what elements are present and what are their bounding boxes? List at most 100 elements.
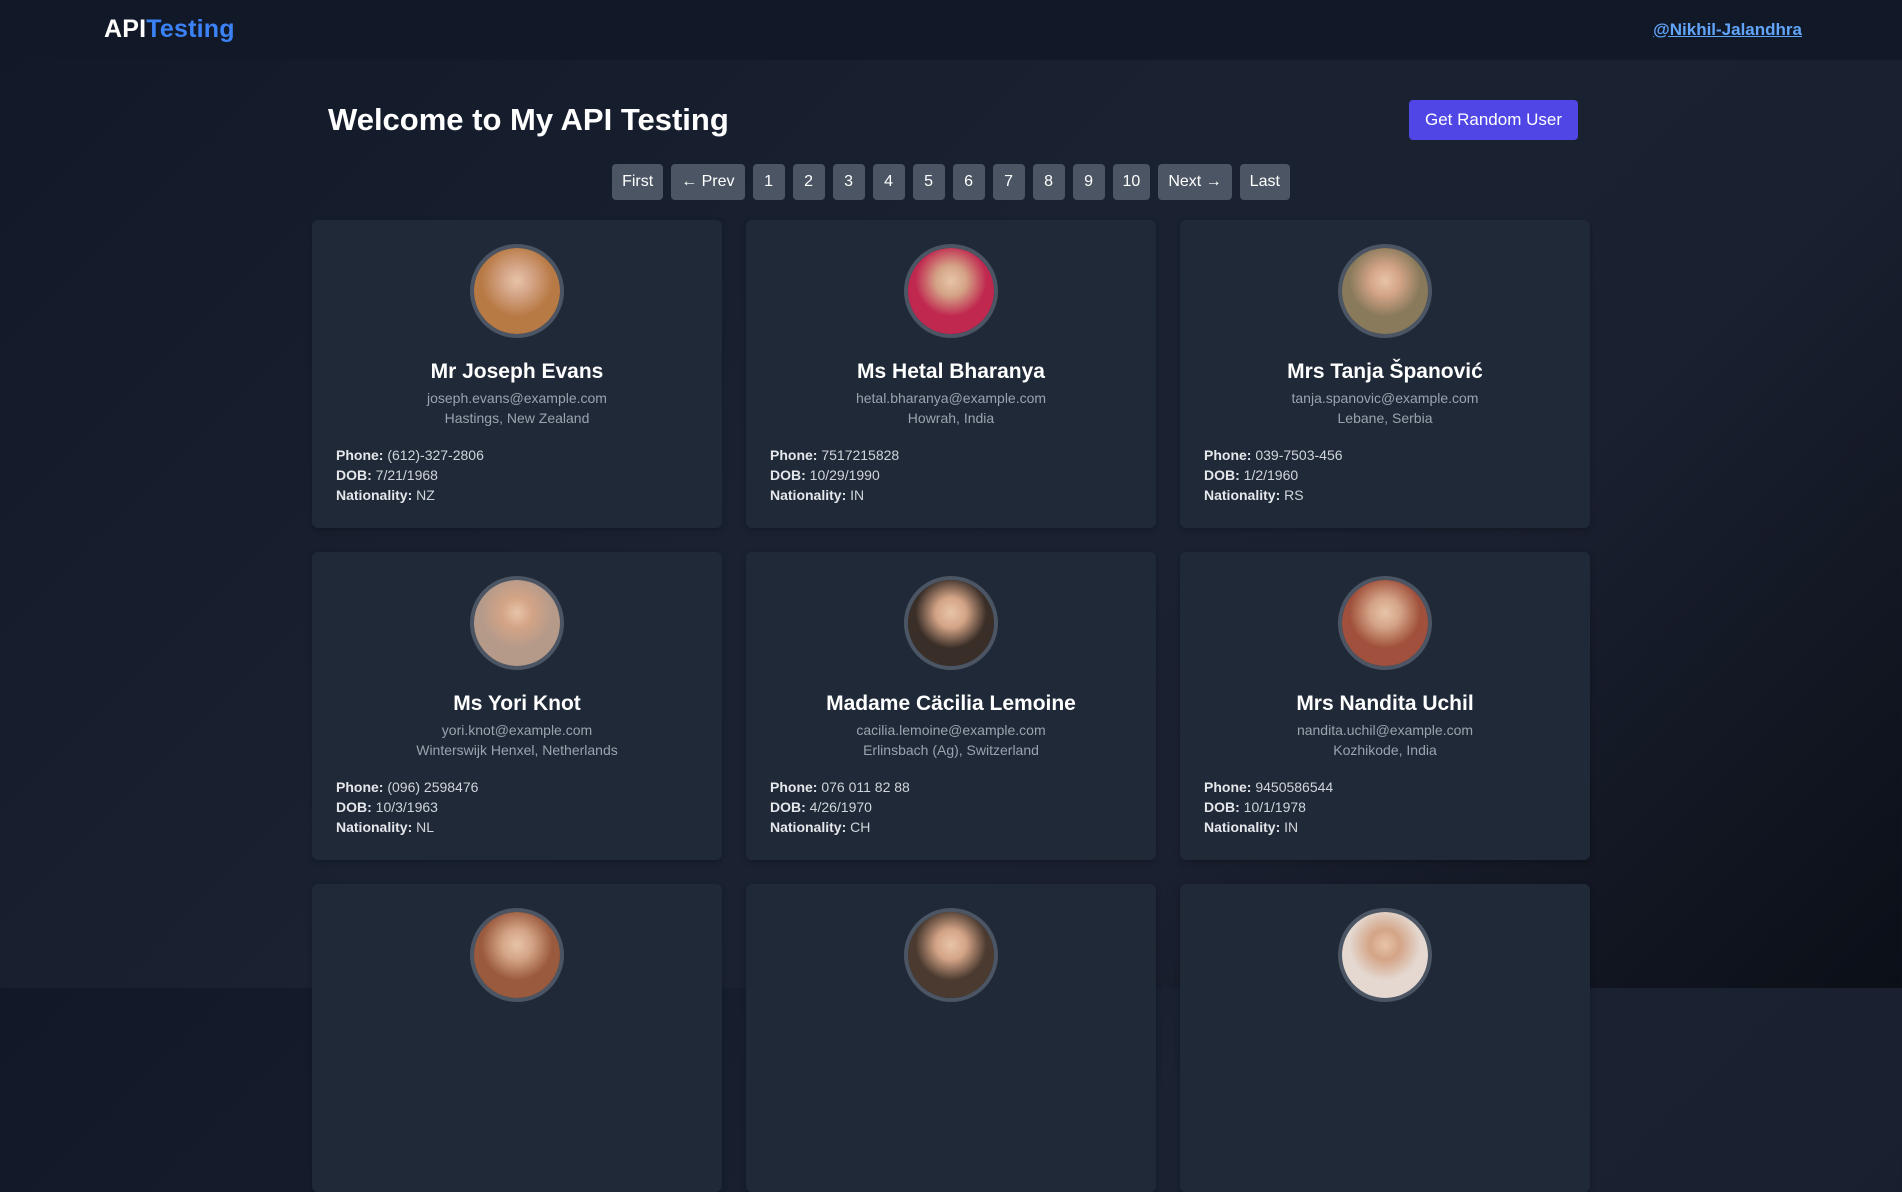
github-user-link[interactable]: @Nikhil-Jalandhra [1653,20,1802,40]
page-button-5[interactable]: 5 [912,164,945,200]
navbar: APITesting @Nikhil-Jalandhra [0,0,1902,60]
page-button-3[interactable]: 3 [832,164,865,200]
user-details: Phone: 9450586544 DOB: 10/1/1978 Nationa… [1204,777,1333,837]
phone-label: Phone: [770,447,818,463]
dob-row: DOB: 7/21/1968 [336,465,484,485]
page-button-8[interactable]: 8 [1032,164,1065,200]
nationality-label: Nationality: [336,819,413,835]
dob-label: DOB: [1204,799,1240,815]
user-location: Winterswijk Henxel, Netherlands [416,742,618,758]
dob-label: DOB: [770,799,806,815]
user-email: hetal.bharanya@example.com [855,390,1047,406]
phone-value: 7517215828 [821,447,900,463]
last-page-button[interactable]: Last [1239,164,1290,200]
user-card: Ms Hetal Bharanya hetal.bharanya@example… [746,220,1156,528]
page-button-7[interactable]: 7 [992,164,1025,200]
page-button-4[interactable]: 4 [872,164,905,200]
avatar-photo [908,912,994,998]
user-card [746,884,1156,1192]
avatar-photo [1342,580,1428,666]
brand-text-api: API [104,15,147,43]
page-button-9[interactable]: 9 [1072,164,1105,200]
nationality-value: RS [1284,487,1304,503]
phone-label: Phone: [770,779,818,795]
user-location: Hastings, New Zealand [444,410,590,426]
user-card-grid: Mr Joseph Evans joseph.evans@example.com… [312,220,1590,1192]
phone-label: Phone: [336,779,384,795]
page-button-10[interactable]: 10 [1112,164,1151,200]
user-card [312,884,722,1192]
dob-row: DOB: 1/2/1960 [1204,465,1343,485]
nationality-value: CH [850,819,871,835]
phone-label: Phone: [1204,779,1252,795]
phone-row: Phone: 039-7503-456 [1204,445,1343,465]
avatar-photo [474,248,560,334]
user-email: nandita.uchil@example.com [1296,722,1474,738]
user-details: Phone: 076 011 82 88 DOB: 4/26/1970 Nati… [770,777,910,837]
avatar [470,576,564,670]
page-button-6[interactable]: 6 [952,164,985,200]
phone-value: 9450586544 [1255,779,1334,795]
phone-row: Phone: 076 011 82 88 [770,777,910,797]
next-page-button[interactable]: Next → [1158,164,1232,200]
dob-value: 4/26/1970 [809,799,872,815]
avatar-photo [474,912,560,998]
nationality-row: Nationality: NZ [336,485,484,505]
dob-value: 10/3/1963 [375,799,438,815]
phone-label: Phone: [1204,447,1252,463]
user-card: Mrs Tanja Špan​ović tanja.spanovic@examp… [1180,220,1590,528]
nationality-row: Nationality: NL [336,817,478,837]
nationality-label: Nationality: [336,487,413,503]
dob-row: DOB: 10/1/1978 [1204,797,1333,817]
phone-value: (612)-327-2806 [387,447,484,463]
avatar-photo [1342,248,1428,334]
user-name: Mrs Nandita Uchil [1296,692,1474,715]
dob-value: 10/29/1990 [809,467,880,483]
user-card: Madame Cäcilia Lemoine cacilia.lemoine@e… [746,552,1156,860]
page-button-2[interactable]: 2 [792,164,825,200]
user-details: Phone: 7517215828 DOB: 10/29/1990 Nation… [770,445,899,505]
user-details: Phone: 039-7503-456 DOB: 1/2/1960 Nation… [1204,445,1343,505]
user-email: joseph.evans@example.com [427,390,607,406]
avatar [904,576,998,670]
nationality-value: IN [1284,819,1299,835]
nationality-label: Nationality: [770,487,847,503]
nationality-label: Nationality: [770,819,847,835]
phone-value: 039-7503-456 [1255,447,1343,463]
avatar [1338,576,1432,670]
user-name: Mrs Tanja Špan​ović [1287,360,1483,383]
user-location: Erlinsbach (Ag), Switzerland [863,742,1039,758]
user-details: Phone: (612)-327-2806 DOB: 7/21/1968 Nat… [336,445,484,505]
avatar-photo [908,248,994,334]
user-name: Ms Hetal Bharanya [857,360,1045,383]
pagination: First ← Prev 1 2 3 4 5 6 7 8 9 10 Next →… [0,164,1902,200]
get-random-user-button[interactable]: Get Random User [1409,100,1578,140]
nationality-value: NL [416,819,435,835]
prev-page-button[interactable]: ← Prev [671,164,745,200]
user-details: Phone: (096) 2598476 DOB: 10/3/1963 Nati… [336,777,478,837]
dob-label: DOB: [336,467,372,483]
phone-row: Phone: (612)-327-2806 [336,445,484,465]
phone-label: Phone: [336,447,384,463]
dob-value: 1/2/1960 [1243,467,1299,483]
nationality-row: Nationality: CH [770,817,910,837]
dob-label: DOB: [770,467,806,483]
phone-value: 076 011 82 88 [821,779,910,795]
dob-row: DOB: 10/3/1963 [336,797,478,817]
nationality-label: Nationality: [1204,487,1281,503]
user-email: yori.knot@example.com [441,722,593,738]
user-name: Ms Yori Knot [453,692,581,715]
nationality-value: IN [850,487,865,503]
dob-value: 10/1/1978 [1243,799,1306,815]
brand-logo[interactable]: APITesting [104,15,235,44]
avatar-photo [1342,912,1428,998]
nationality-row: Nationality: IN [770,485,899,505]
user-card: Ms Yori Knot yori.knot@example.com Winte… [312,552,722,860]
nationality-row: Nationality: IN [1204,817,1333,837]
dob-label: DOB: [1204,467,1240,483]
dob-row: DOB: 10/29/1990 [770,465,899,485]
first-page-button[interactable]: First [612,164,664,200]
page-button-1[interactable]: 1 [752,164,785,200]
phone-row: Phone: 7517215828 [770,445,899,465]
user-location: Howrah, India [907,410,995,426]
